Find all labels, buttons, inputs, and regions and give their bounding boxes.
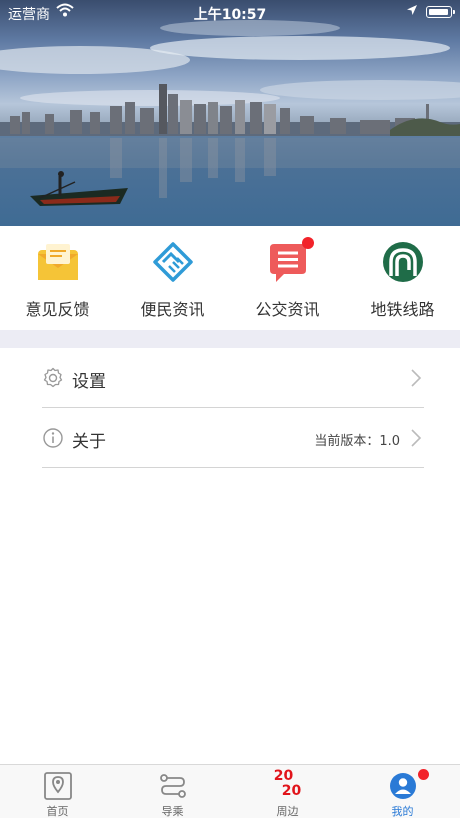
skyline-illustration [0,20,460,206]
notification-badge [418,769,429,780]
tab-label: 周边 [276,805,299,818]
notification-badge [302,237,314,249]
tab-nearby[interactable]: 20 20 周边 [230,765,345,818]
clock-time: 上午10:57 [193,7,267,23]
about-row[interactable]: 关于 当前版本：1.0 [42,408,424,468]
location-arrow-icon [406,4,418,20]
quick-item-feedback[interactable]: 意见反馈 [0,226,115,330]
quick-item-label: 意见反馈 [25,300,90,319]
quick-item-label: 地铁线路 [370,300,435,319]
metro-logo-icon [383,242,423,282]
handshake-icon [153,242,193,282]
tab-bar: 首页 导乘 20 20 周边 我的 [0,764,460,818]
feedback-envelope-icon [38,244,78,280]
quick-menu: 意见反馈 便民资讯 公交资讯 地铁线路 [0,226,460,330]
quick-item-label: 公交资讯 [255,300,320,319]
tab-home[interactable]: 首页 [0,765,115,818]
battery-icon [426,6,455,18]
hero-banner-image [0,0,460,226]
status-bar: 运营商 上午10:57 [0,0,460,24]
user-icon [390,773,416,799]
section-divider [0,330,460,348]
map-pin-icon [44,772,72,800]
2020-icon: 20 20 [273,768,302,799]
quick-item-bus-news[interactable]: 公交资讯 [230,226,345,330]
tab-label: 首页 [46,805,69,818]
quick-item-label: 便民资讯 [140,300,205,319]
settings-row[interactable]: 设置 [42,348,424,408]
chevron-right-icon [411,369,422,387]
tab-label: 我的 [391,805,414,818]
tab-label: 导乘 [161,805,184,818]
about-label: 关于 [72,432,106,452]
quick-item-metro-lines[interactable]: 地铁线路 [345,226,460,330]
version-value: 当前版本：1.0 [314,434,400,449]
route-icon [160,774,186,798]
settings-label: 设置 [72,372,106,392]
chevron-right-icon [411,429,422,447]
tab-mine[interactable]: 我的 [345,765,460,818]
tab-guide[interactable]: 导乘 [115,765,230,818]
info-icon [43,428,63,448]
gear-icon [43,367,63,388]
quick-item-convenience-news[interactable]: 便民资讯 [115,226,230,330]
